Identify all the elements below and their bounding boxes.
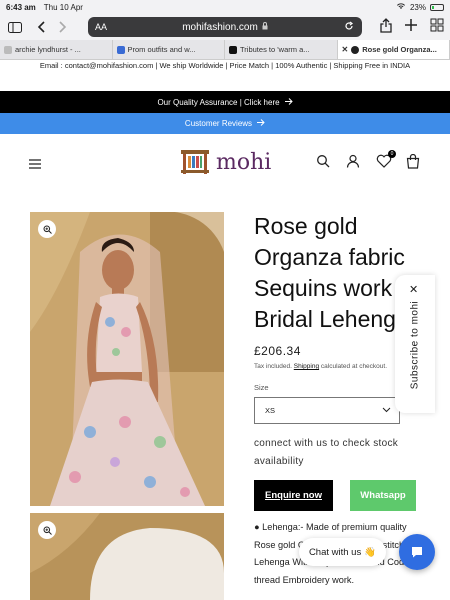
- back-icon[interactable]: [32, 18, 50, 36]
- chat-button[interactable]: [399, 534, 435, 570]
- wishlist-icon[interactable]: 0: [376, 150, 396, 170]
- tab-overview-icon[interactable]: [430, 18, 444, 38]
- favicon-icon: [351, 45, 360, 54]
- status-date: Thu 10 Apr: [43, 2, 83, 12]
- status-bar: 6:43 am Thu 10 Apr 23%: [0, 0, 450, 14]
- search-icon[interactable]: [316, 154, 332, 170]
- site-logo[interactable]: mohi: [180, 148, 271, 176]
- arrow-right-icon: [257, 119, 265, 128]
- tab-rose-gold[interactable]: ✕ Rose gold Organza...: [337, 40, 450, 59]
- text-size-button[interactable]: AA: [95, 22, 107, 32]
- product-image-main[interactable]: [30, 212, 224, 506]
- shipping-link[interactable]: Shipping: [294, 363, 319, 370]
- product-image-secondary[interactable]: [30, 513, 224, 600]
- size-value: XS: [265, 406, 276, 415]
- product-photo: [30, 513, 224, 600]
- favicon-icon: [229, 45, 237, 54]
- url-text: mohifashion.com: [182, 21, 258, 33]
- battery-percent: 23%: [409, 2, 426, 12]
- customer-reviews-text: Customer Reviews: [184, 119, 253, 128]
- page: 6:43 am Thu 10 Apr 23% AA mohifashion.co…: [0, 0, 450, 600]
- product-photo: [30, 212, 224, 506]
- close-icon[interactable]: ✕: [409, 283, 418, 296]
- site-header: mohi 0: [0, 134, 450, 192]
- reload-icon[interactable]: [344, 21, 354, 34]
- info-line: Email : contact@mohifashion.com | We shi…: [39, 61, 411, 70]
- product-title-line: Rose gold: [254, 213, 358, 239]
- status-time: 6:43 am: [6, 2, 36, 12]
- browser-toolbar: AA mohifashion.com: [0, 14, 450, 40]
- tab-archie[interactable]: archie lyndhurst - ...: [0, 40, 113, 59]
- forward-icon[interactable]: [54, 18, 72, 36]
- wifi-icon: [396, 2, 406, 12]
- wave-icon: 👋: [364, 546, 377, 558]
- loom-icon: [181, 150, 209, 174]
- wishlist-count-badge: 0: [388, 150, 396, 158]
- stock-note: connect with us to check stock availabil…: [254, 438, 399, 467]
- browser-tabs: archie lyndhurst - ... Prom outfits and …: [0, 40, 450, 60]
- favicon-icon: [116, 45, 125, 54]
- lock-icon: [262, 21, 268, 33]
- tab-tributes[interactable]: Tributes to 'warm a...: [225, 40, 338, 59]
- arrow-right-icon: [284, 97, 293, 107]
- chat-prompt[interactable]: Chat with us 👋: [299, 538, 386, 566]
- new-tab-icon[interactable]: [404, 18, 418, 38]
- product-title-line: Organza fabric: [254, 244, 405, 270]
- chevron-down-icon: [382, 406, 391, 415]
- quality-assurance-bar[interactable]: Our Quality Assurance | Click here: [0, 91, 450, 113]
- account-icon[interactable]: [346, 154, 362, 170]
- zoom-icon[interactable]: [38, 521, 56, 539]
- address-bar[interactable]: AA mohifashion.com: [88, 17, 362, 37]
- share-icon[interactable]: [380, 18, 392, 38]
- cart-icon[interactable]: [406, 153, 422, 170]
- customer-reviews-bar[interactable]: Customer Reviews: [0, 113, 450, 134]
- logo-text: mohi: [216, 149, 272, 175]
- tax-note: Tax included. Shipping calculated at che…: [254, 363, 388, 370]
- whatsapp-button[interactable]: Whatsapp: [350, 480, 416, 511]
- subscribe-tab[interactable]: ✕ Subscribe to mohi: [395, 275, 435, 413]
- favicon-icon: [4, 45, 12, 54]
- chat-label: Chat with us: [308, 546, 362, 558]
- zoom-icon[interactable]: [38, 220, 56, 238]
- chat-bubble-icon: [412, 547, 422, 558]
- size-select[interactable]: XS: [254, 397, 400, 424]
- subscribe-label: Subscribe to mohi: [409, 300, 421, 390]
- product-price: £206.34: [254, 344, 301, 358]
- enquire-now-button[interactable]: Enquire now: [254, 480, 333, 511]
- sidebar-icon[interactable]: [6, 18, 24, 36]
- menu-icon[interactable]: [29, 156, 41, 174]
- close-tab-icon[interactable]: ✕: [342, 45, 349, 54]
- battery-icon: [430, 3, 444, 11]
- tab-prom[interactable]: Prom outfits and w...: [113, 40, 225, 59]
- quality-assurance-text: Our Quality Assurance | Click here: [157, 97, 280, 107]
- size-label: Size: [254, 383, 269, 392]
